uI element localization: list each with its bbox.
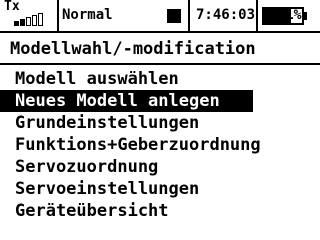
menu-item[interactable]: Modell auswählen xyxy=(0,68,320,90)
signal-bar xyxy=(38,13,43,26)
filled-square-icon xyxy=(167,9,181,23)
menu-item[interactable]: Servoeinstellungen xyxy=(0,178,320,200)
signal-bar xyxy=(32,15,37,26)
menu-item[interactable]: Servozuordnung xyxy=(0,156,320,178)
battery-icon: 71% xyxy=(262,7,308,25)
status-bar-border xyxy=(0,31,320,33)
status-divider xyxy=(188,0,190,31)
status-divider xyxy=(57,0,59,31)
signal-bar xyxy=(26,17,31,26)
screen-title: Modellwahl/-modification xyxy=(10,39,256,59)
battery-body: 71% xyxy=(262,7,304,25)
menu-item[interactable]: Funktions+Geberzuordnung xyxy=(0,134,320,156)
signal-bar xyxy=(20,19,25,26)
menu-item[interactable]: Neues Modell anlegen xyxy=(0,90,253,112)
menu-list: Modell auswählen Neues Modell anlegen Grun… xyxy=(0,68,320,222)
signal-bar xyxy=(14,21,19,26)
menu-item[interactable]: Geräteübersicht xyxy=(0,200,320,222)
menu-item[interactable]: Grundeinstellungen xyxy=(0,112,320,134)
status-bar: Tx Normal 7:46:03 71% xyxy=(0,0,320,33)
mode-label: Normal xyxy=(62,7,113,23)
title-underline xyxy=(0,63,320,65)
status-divider xyxy=(256,0,258,31)
clock-display: 7:46:03 xyxy=(196,7,256,23)
battery-tip xyxy=(304,12,307,20)
signal-strength-icon xyxy=(8,12,56,26)
battery-percent: 71% xyxy=(278,8,302,23)
